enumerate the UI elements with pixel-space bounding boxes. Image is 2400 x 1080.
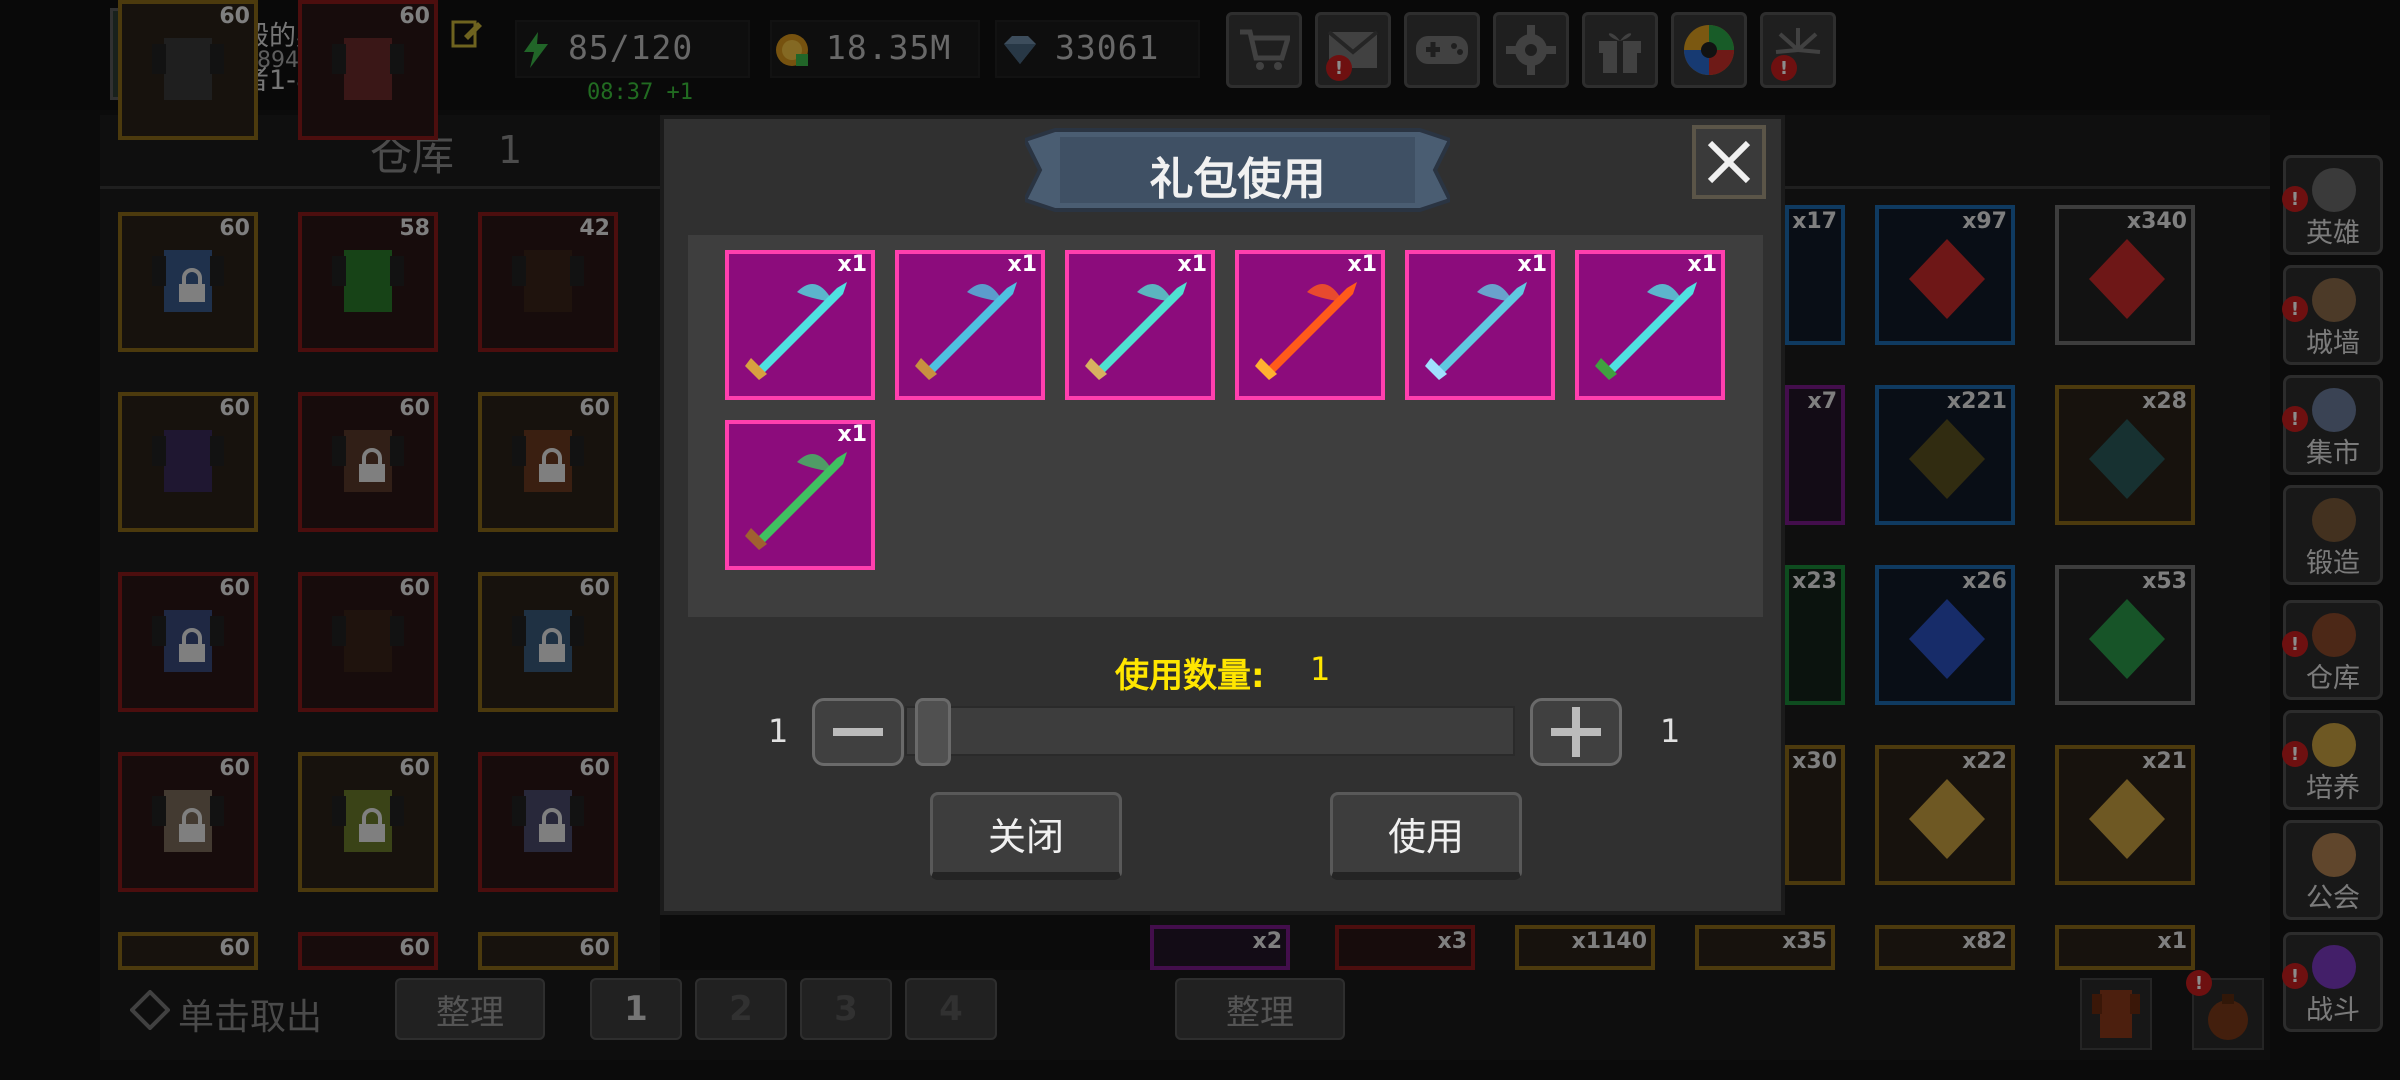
scimitar-icon bbox=[1085, 282, 1187, 380]
close-button[interactable]: 关闭 bbox=[930, 792, 1122, 880]
blade-icon bbox=[1595, 282, 1697, 380]
slider-max-label: 1 bbox=[1660, 712, 1681, 750]
gift-item-fire-bow[interactable]: x1 bbox=[1235, 250, 1385, 400]
gift-item-green-bow[interactable]: x1 bbox=[725, 420, 875, 570]
hammer-icon bbox=[1425, 282, 1527, 380]
gift-item-blade[interactable]: x1 bbox=[1575, 250, 1725, 400]
dialog-title: 礼包使用 bbox=[1149, 154, 1326, 205]
gift-item-count: x1 bbox=[1687, 252, 1718, 277]
quantity-slider-track[interactable] bbox=[905, 706, 1515, 756]
gift-item-count: x1 bbox=[837, 422, 868, 447]
close-dialog-button[interactable] bbox=[1692, 125, 1766, 199]
gift-item-count: x1 bbox=[1347, 252, 1378, 277]
quantity-label: 使用数量: bbox=[1115, 656, 1265, 696]
axe-icon bbox=[745, 282, 847, 380]
decrease-button[interactable] bbox=[812, 698, 904, 766]
gift-item-count: x1 bbox=[1517, 252, 1548, 277]
use-button[interactable]: 使用 bbox=[1330, 792, 1522, 880]
gift-item-hammer[interactable]: x1 bbox=[1405, 250, 1555, 400]
gift-item-scimitar[interactable]: x1 bbox=[1065, 250, 1215, 400]
close-icon bbox=[1707, 140, 1751, 184]
green-bow-icon bbox=[745, 452, 847, 550]
plus-icon bbox=[1551, 707, 1601, 757]
quantity-value: 1 bbox=[1310, 650, 1331, 688]
slider-min-label: 1 bbox=[768, 712, 789, 750]
sword-icon bbox=[915, 282, 1017, 380]
quantity-slider-thumb[interactable] bbox=[915, 698, 951, 766]
increase-button[interactable] bbox=[1530, 698, 1622, 766]
gift-item-count: x1 bbox=[837, 252, 868, 277]
gift-item-sword[interactable]: x1 bbox=[895, 250, 1045, 400]
minus-icon bbox=[833, 728, 883, 736]
gift-item-count: x1 bbox=[1007, 252, 1038, 277]
gift-item-axe[interactable]: x1 bbox=[725, 250, 875, 400]
fire-bow-icon bbox=[1255, 282, 1357, 380]
gift-item-count: x1 bbox=[1177, 252, 1208, 277]
